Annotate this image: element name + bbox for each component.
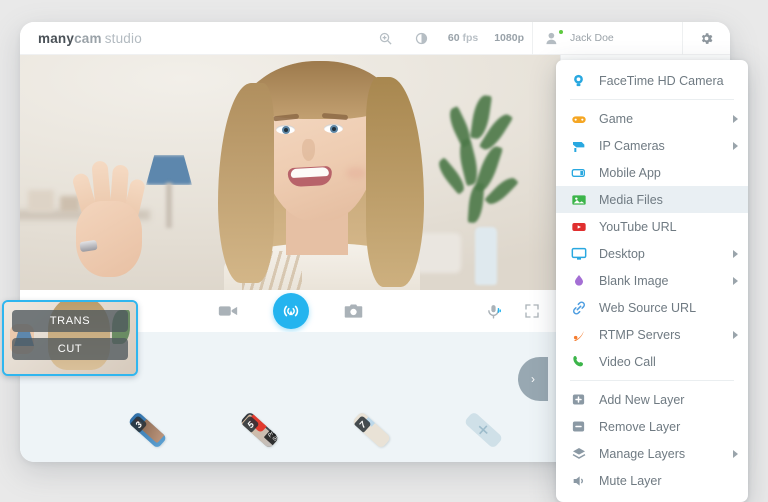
blank-image-icon xyxy=(570,272,587,289)
titlebar-tools: 60 fps 1080p xyxy=(376,28,532,48)
menu-item-label: Manage Layers xyxy=(599,446,686,461)
presenter-figure xyxy=(190,55,450,290)
submenu-arrow-icon xyxy=(733,449,738,458)
menu-item-ip-cameras[interactable]: IP Cameras xyxy=(556,132,748,159)
thumbnail-3[interactable]: 3 xyxy=(127,411,168,449)
rtmp-icon xyxy=(570,326,587,343)
menu-item-mobile-app[interactable]: Mobile App xyxy=(556,159,748,186)
menu-item-facetime-hd-camera[interactable]: FaceTime HD Camera xyxy=(556,67,748,94)
education-board-preview xyxy=(351,411,392,449)
thumbnail-7[interactable]: 7 xyxy=(351,411,392,449)
menu-item-media-files[interactable]: Media Files xyxy=(556,186,748,213)
menu-item-youtube-url[interactable]: YouTube URL xyxy=(556,213,748,240)
submenu-arrow-icon xyxy=(733,141,738,150)
ip-camera-icon xyxy=(570,137,587,154)
menu-separator xyxy=(570,380,734,381)
fps-value: 60 xyxy=(447,32,460,44)
hair-left xyxy=(218,83,274,283)
online-status-dot xyxy=(558,28,564,35)
cut-button[interactable]: CUT xyxy=(12,338,128,360)
lamp-pole xyxy=(166,183,172,228)
thumbnail-add-1[interactable]: + xyxy=(463,411,504,449)
menu-item-label: Add New Layer xyxy=(599,392,685,407)
camera-icon[interactable] xyxy=(343,301,364,322)
webcam-icon xyxy=(570,72,587,89)
menu-item-label: Mobile App xyxy=(599,165,661,180)
cheek xyxy=(346,167,366,179)
submenu-arrow-icon xyxy=(733,330,738,339)
submenu-arrow-icon xyxy=(733,114,738,123)
title-bar: manycam studio 60 fps 1080p Jack Doe xyxy=(20,22,730,55)
brand-studio: studio xyxy=(104,30,142,46)
education-node xyxy=(388,411,392,423)
youtube-icon xyxy=(570,218,587,235)
transition-button[interactable]: TRANS xyxy=(12,310,128,332)
menu-item-label: Remove Layer xyxy=(599,419,681,434)
menu-item-label: Blank Image xyxy=(599,273,669,288)
desktop-icon xyxy=(570,245,587,262)
highlight-box xyxy=(164,411,168,421)
video-source-dropdown-menu: FaceTime HD Camera Game IP Cameras Mobil… xyxy=(556,60,748,502)
manage-layers-icon xyxy=(570,445,587,462)
menu-item-label: YouTube URL xyxy=(599,219,677,234)
menu-item-label: FaceTime HD Camera xyxy=(599,73,724,88)
waving-hand xyxy=(62,153,154,278)
link-icon xyxy=(570,299,587,316)
menu-item-game[interactable]: Game xyxy=(556,105,748,132)
submenu-arrow-icon xyxy=(733,276,738,285)
fps-unit: fps xyxy=(462,32,479,44)
brand-many: many xyxy=(38,30,75,46)
video-camera-icon[interactable] xyxy=(217,300,239,322)
bottle xyxy=(475,227,497,285)
menu-item-label: RTMP Servers xyxy=(599,327,681,342)
menu-item-label: Game xyxy=(599,111,634,126)
menu-item-label: Desktop xyxy=(599,246,645,261)
gear-icon[interactable] xyxy=(682,22,730,55)
hair-right xyxy=(366,77,424,287)
menu-item-manage-layers[interactable]: Manage Layers xyxy=(556,440,748,467)
preview-scene xyxy=(20,55,560,290)
user-name-label: Jack Doe xyxy=(570,32,614,44)
user-account-button[interactable]: Jack Doe xyxy=(532,22,682,55)
eye-right xyxy=(324,124,343,133)
menu-item-label: Web Source URL xyxy=(599,300,697,315)
plus-icon: + xyxy=(469,416,497,443)
phone-icon xyxy=(570,353,587,370)
menu-item-label: Media Files xyxy=(599,192,663,207)
menu-separator xyxy=(570,99,734,100)
menu-item-label: Video Call xyxy=(599,354,656,369)
brightness-icon[interactable] xyxy=(412,28,432,48)
submenu-arrow-icon xyxy=(733,249,738,258)
thumbnail-5[interactable]: Prof. Smith University Class 5 xyxy=(239,411,280,449)
menu-item-add-new-layer[interactable]: Add New Layer xyxy=(556,386,748,413)
video-preview[interactable] xyxy=(20,55,560,290)
screenshot-root: manycam studio 60 fps 1080p Jack Doe 3 P… xyxy=(0,0,768,502)
broadcast-icon[interactable] xyxy=(272,293,309,329)
media-files-icon xyxy=(570,191,587,208)
app-logo: manycam studio xyxy=(38,31,142,46)
resolution-indicator[interactable]: 1080p xyxy=(494,32,524,44)
menu-item-web-source-url[interactable]: Web Source URL xyxy=(556,294,748,321)
mobile-app-icon xyxy=(570,164,587,181)
menu-item-label: IP Cameras xyxy=(599,138,665,153)
eye-left xyxy=(276,125,295,134)
shelf-box xyxy=(28,190,54,212)
user-avatar-icon xyxy=(545,28,564,47)
brand-cam: cam xyxy=(74,30,102,46)
add-layer-icon xyxy=(570,391,587,408)
menu-item-desktop[interactable]: Desktop xyxy=(556,240,748,267)
mute-layer-icon xyxy=(570,472,587,489)
menu-item-remove-layer[interactable]: Remove Layer xyxy=(556,413,748,440)
menu-item-label: Mute Layer xyxy=(599,473,662,488)
menu-item-rtmp-servers[interactable]: RTMP Servers xyxy=(556,321,748,348)
gamepad-icon xyxy=(570,110,587,127)
menu-item-video-call[interactable]: Video Call xyxy=(556,348,748,375)
remove-layer-icon xyxy=(570,418,587,435)
nose xyxy=(302,139,315,161)
selected-source-thumbnail[interactable]: TRANS CUT xyxy=(2,300,138,376)
magnifier-plus-icon[interactable] xyxy=(376,28,396,48)
menu-item-blank-image[interactable]: Blank Image xyxy=(556,267,748,294)
fps-indicator[interactable]: 60 fps xyxy=(448,32,478,44)
menu-item-mute-layer[interactable]: Mute Layer xyxy=(556,467,748,494)
